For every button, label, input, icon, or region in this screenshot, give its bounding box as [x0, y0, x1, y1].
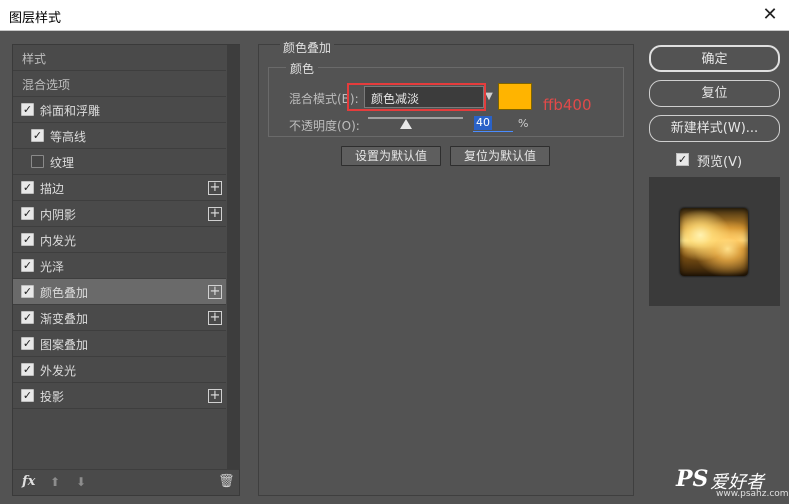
section-title: 颜色叠加 — [280, 39, 335, 56]
preview-box — [649, 177, 780, 306]
style-checkbox[interactable]: ✓ — [21, 259, 34, 272]
color-group-title: 颜色 — [286, 60, 319, 77]
style-checkbox[interactable]: ✓ — [21, 337, 34, 350]
add-style-icon[interactable]: + — [208, 181, 222, 195]
style-checkbox[interactable]: ✓ — [21, 363, 34, 376]
style-row[interactable]: ✓ 内发光 — [13, 227, 226, 253]
style-checkbox[interactable]: ✓ — [21, 233, 34, 246]
style-checkbox[interactable]: ✓ — [21, 389, 34, 402]
preview-thumbnail — [680, 208, 748, 276]
style-row-label: 描边 — [40, 182, 65, 196]
color-swatch[interactable] — [498, 83, 532, 110]
reset-button[interactable]: 复位 — [649, 80, 780, 107]
preview-label: 预览(V) — [697, 155, 743, 170]
style-checkbox[interactable]: ✓ — [21, 285, 34, 298]
add-style-icon[interactable]: + — [208, 285, 222, 299]
watermark-ps: PS — [676, 466, 709, 492]
style-row-label: 图案叠加 — [40, 338, 89, 352]
style-list: 样式混合选项 ✓ 斜面和浮雕 ✓ 等高线纹理 ✓ 描边 + ✓ 内阴影 + ✓ 内发光 ✓ 光泽 ✓ 颜色叠加 +… — [13, 45, 226, 409]
opacity-slider-handle[interactable] — [400, 119, 412, 129]
style-row[interactable]: ✓ 斜面和浮雕 — [13, 97, 226, 123]
fx-icon[interactable]: fx — [22, 474, 35, 489]
add-style-icon[interactable]: + — [208, 207, 222, 221]
style-checkbox[interactable]: ✓ — [21, 207, 34, 220]
style-row[interactable]: ✓ 投影 + — [13, 383, 226, 409]
style-row-label: 斜面和浮雕 — [40, 104, 101, 118]
style-row-label: 颜色叠加 — [40, 286, 89, 300]
trash-icon[interactable]: 🗑 — [218, 474, 235, 489]
styles-panel: 样式混合选项 ✓ 斜面和浮雕 ✓ 等高线纹理 ✓ 描边 + ✓ 内阴影 + ✓ 内发光 ✓ 光泽 ✓ 颜色叠加 +… — [12, 44, 240, 496]
style-row[interactable]: ✓ 等高线 — [13, 123, 226, 149]
ok-button[interactable]: 确定 — [649, 45, 780, 72]
styles-scrollbar[interactable] — [227, 45, 240, 469]
opacity-label: 不透明度(O): — [289, 119, 360, 133]
watermark: PS 爱好者 www.psahz.com — [676, 466, 789, 500]
highlight-box — [347, 83, 486, 111]
style-row-label: 样式 — [22, 52, 47, 66]
reset-default-button[interactable]: 复位为默认值 — [450, 146, 550, 166]
style-row-label: 外发光 — [40, 364, 77, 378]
style-row-label: 等高线 — [50, 130, 87, 144]
style-row[interactable]: ✓ 光泽 — [13, 253, 226, 279]
styles-toolbar: fx ⬆ ⬇ 🗑 — [13, 469, 239, 495]
style-row-label: 纹理 — [50, 156, 75, 170]
close-icon[interactable]: ✕ — [759, 4, 781, 26]
add-style-icon[interactable]: + — [208, 389, 222, 403]
style-row[interactable]: 混合选项 — [13, 71, 226, 97]
style-row[interactable]: ✓ 内阴影 + — [13, 201, 226, 227]
preview-checkbox[interactable]: ✓ — [676, 153, 689, 166]
style-checkbox[interactable]: ✓ — [21, 181, 34, 194]
window-title: 图层样式 — [9, 11, 62, 26]
opacity-unit: % — [518, 117, 529, 130]
style-row[interactable]: ✓ 描边 + — [13, 175, 226, 201]
opacity-slider-track[interactable] — [368, 117, 463, 119]
style-row-label: 混合选项 — [22, 78, 71, 92]
style-checkbox[interactable]: ✓ — [21, 103, 34, 116]
set-default-button[interactable]: 设置为默认值 — [341, 146, 441, 166]
style-row-label: 投影 — [40, 390, 65, 404]
color-hex-annotation: ffb400 — [543, 96, 592, 114]
style-checkbox[interactable]: ✓ — [21, 311, 34, 324]
style-row[interactable]: ✓ 颜色叠加 + — [13, 279, 226, 305]
style-row[interactable]: ✓ 图案叠加 — [13, 331, 226, 357]
style-row-label: 内发光 — [40, 234, 77, 248]
title-bar: 图层样式 ✕ — [0, 0, 789, 31]
style-row[interactable]: ✓ 渐变叠加 + — [13, 305, 226, 331]
style-checkbox[interactable] — [31, 155, 44, 168]
style-row-label: 内阴影 — [40, 208, 77, 222]
opacity-value: 40 — [474, 116, 492, 130]
add-style-icon[interactable]: + — [208, 311, 222, 325]
style-row-label: 渐变叠加 — [40, 312, 89, 326]
style-row[interactable]: ✓ 外发光 — [13, 357, 226, 383]
watermark-url: www.psahz.com — [716, 489, 789, 499]
style-checkbox[interactable]: ✓ — [31, 129, 44, 142]
move-down-icon[interactable]: ⬇ — [76, 475, 86, 489]
new-style-button[interactable]: 新建样式(W)... — [649, 115, 780, 142]
style-row[interactable]: 纹理 — [13, 149, 226, 175]
style-row[interactable]: 样式 — [13, 45, 226, 71]
move-up-icon[interactable]: ⬆ — [50, 475, 60, 489]
style-row-label: 光泽 — [40, 260, 65, 274]
